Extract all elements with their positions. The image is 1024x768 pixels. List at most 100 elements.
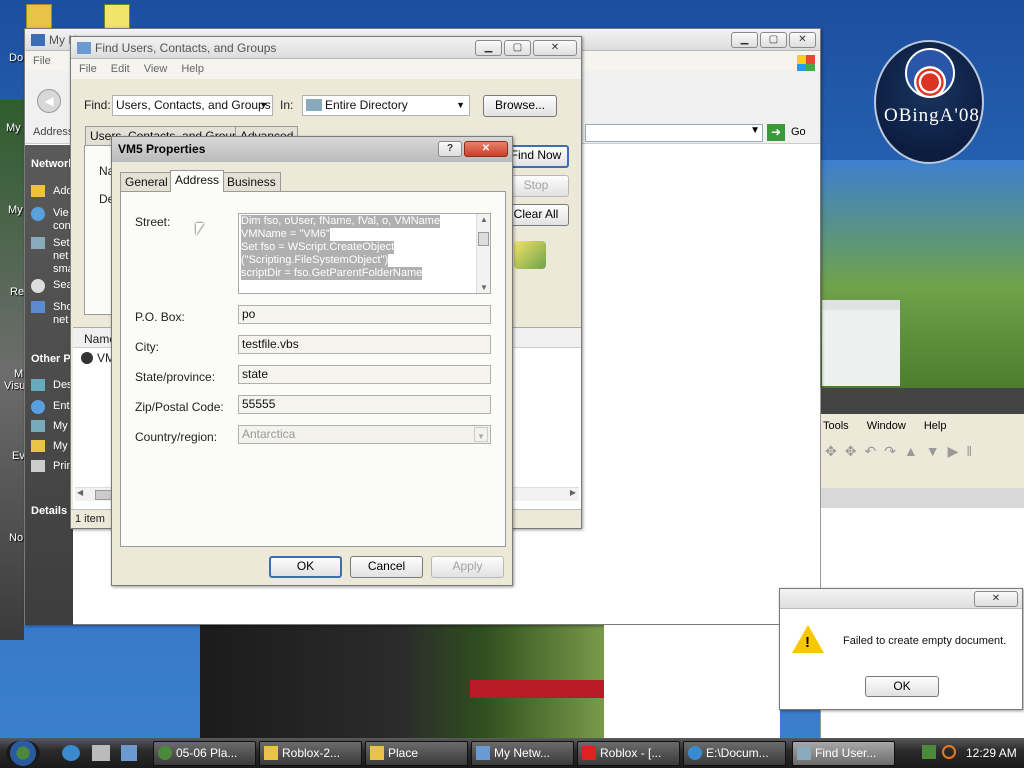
- other-item[interactable]: Ent: [53, 400, 70, 412]
- country-label: Country/region:: [135, 430, 218, 444]
- street-line: Dim fso, oUser, fName, fVal, o, VMName: [241, 215, 441, 228]
- script-icon[interactable]: [104, 4, 130, 30]
- desktop-label[interactable]: M: [14, 368, 23, 380]
- tasks-header: Network: [31, 158, 75, 170]
- desktop-label[interactable]: No: [9, 532, 23, 544]
- country-select[interactable]: Antarctica ▼: [238, 425, 491, 444]
- desktop-label[interactable]: Visu: [4, 380, 25, 392]
- city-label: City:: [135, 340, 159, 354]
- taskbar-button-label: My Netw...: [494, 746, 551, 760]
- menu-file[interactable]: File: [33, 55, 51, 67]
- scroll-up-icon[interactable]: ▲: [480, 215, 488, 224]
- street-text: Dim fso, oUser, fName, fVal, o, VMName V…: [241, 215, 441, 280]
- quicklaunch-icon[interactable]: [121, 745, 137, 761]
- taskbar-button[interactable]: Roblox-2...: [259, 741, 362, 766]
- ie-icon[interactable]: [62, 745, 80, 761]
- tab-general[interactable]: General: [120, 172, 173, 192]
- task-pane: Network Add Vie con Set net sma Sea Sho …: [25, 145, 75, 625]
- error-ok-button[interactable]: OK: [865, 676, 939, 697]
- minimize-button[interactable]: ▁: [731, 31, 758, 48]
- close-button[interactable]: ✕: [789, 31, 816, 48]
- chevron-down-icon[interactable]: ▼: [456, 96, 465, 115]
- state-field[interactable]: state: [238, 365, 491, 384]
- find-window-title: Find Users, Contacts, and Groups: [95, 40, 277, 55]
- cancel-button[interactable]: Cancel: [350, 556, 423, 578]
- menu-file[interactable]: File: [79, 63, 97, 75]
- error-dialog-titlebar[interactable]: ✕: [780, 589, 1022, 609]
- menu-help[interactable]: Help: [924, 416, 947, 436]
- scroll-left-icon[interactable]: ◀: [77, 488, 83, 497]
- globe-icon: [31, 400, 45, 414]
- desktop-label[interactable]: Ev: [12, 450, 25, 462]
- menu-edit[interactable]: Edit: [111, 63, 130, 75]
- folder-icon[interactable]: [26, 4, 52, 30]
- city-field[interactable]: testfile.vbs: [238, 335, 491, 354]
- taskbar-button[interactable]: Roblox - [...: [577, 741, 680, 766]
- other-item[interactable]: My: [53, 440, 68, 452]
- desktop-label[interactable]: Re: [10, 286, 24, 298]
- address-field[interactable]: ▼: [585, 124, 763, 142]
- scroll-right-icon[interactable]: ▶: [570, 488, 576, 497]
- in-select[interactable]: Entire Directory ▼: [302, 95, 470, 116]
- taskbar-button[interactable]: My Netw...: [471, 741, 574, 766]
- tab-address[interactable]: Address: [170, 170, 225, 192]
- taskbar-button[interactable]: 05-06 Pla...: [153, 741, 256, 766]
- taskbar-button[interactable]: E:\Docum...: [683, 741, 786, 766]
- clock[interactable]: 12:29 AM: [966, 746, 1017, 760]
- desktop-label[interactable]: My: [6, 122, 21, 134]
- error-dialog[interactable]: ✕ ! Failed to create empty document. OK: [779, 588, 1023, 710]
- close-button[interactable]: ✕: [533, 39, 577, 56]
- street-textarea[interactable]: Dim fso, oUser, fName, fVal, o, VMName V…: [238, 213, 491, 294]
- help-button[interactable]: ?: [438, 141, 462, 157]
- desktop-label[interactable]: My: [8, 204, 23, 216]
- network-icon: [476, 746, 490, 760]
- find-icon: [797, 746, 811, 760]
- go-label[interactable]: Go: [791, 126, 806, 138]
- find-menubar: File Edit View Help: [71, 59, 581, 79]
- other-item[interactable]: My: [53, 420, 68, 432]
- search-tray-icon[interactable]: [942, 745, 956, 759]
- menu-tools[interactable]: Tools: [823, 416, 849, 436]
- my-documents-icon: [31, 440, 45, 452]
- app-strip: [821, 488, 1024, 508]
- taskbar-button[interactable]: Place: [365, 741, 468, 766]
- desktop-label[interactable]: Do: [9, 52, 23, 64]
- street-line: scriptDir = fso.GetParentFolderName: [241, 267, 423, 280]
- scroll-thumb[interactable]: [478, 232, 489, 246]
- chevron-down-icon[interactable]: ▼: [474, 427, 488, 442]
- taskbar-button-active[interactable]: Find User...: [792, 741, 895, 766]
- go-arrow-icon[interactable]: ➜: [767, 124, 785, 141]
- menu-view[interactable]: View: [144, 63, 168, 75]
- vertical-scrollbar[interactable]: ▲ ▼: [476, 214, 490, 293]
- close-button[interactable]: ✕: [974, 590, 1018, 607]
- chevron-down-icon[interactable]: ▼: [259, 96, 268, 115]
- network-tray-icon[interactable]: [922, 745, 936, 759]
- mouse-cursor-icon: [196, 223, 204, 235]
- app-titlebar[interactable]: [821, 388, 1024, 414]
- scroll-down-icon[interactable]: ▼: [480, 283, 488, 292]
- find-type-select[interactable]: Users, Contacts, and Groups ▼: [112, 95, 273, 116]
- state-label: State/province:: [135, 370, 216, 384]
- find-window-titlebar[interactable]: Find Users, Contacts, and Groups ▁ ▢ ✕: [71, 37, 581, 59]
- minimize-button[interactable]: ▁: [475, 39, 502, 56]
- properties-titlebar[interactable]: VM5 Properties ? ✕: [112, 137, 512, 162]
- ok-button[interactable]: OK: [269, 556, 342, 578]
- properties-dialog[interactable]: VM5 Properties ? ✕ General Address Busin…: [111, 136, 513, 586]
- maximize-button[interactable]: ▢: [760, 31, 787, 48]
- close-button[interactable]: ✕: [464, 141, 508, 157]
- quicklaunch-icon[interactable]: [92, 745, 110, 761]
- back-icon[interactable]: ◀: [37, 89, 61, 113]
- app-toolbar[interactable]: ✥✥↶↷▲▼▶‖: [821, 438, 1024, 464]
- maximize-button[interactable]: ▢: [504, 39, 531, 56]
- zip-field[interactable]: 55555: [238, 395, 491, 414]
- in-value: Entire Directory: [325, 98, 408, 112]
- tab-business[interactable]: Business: [222, 172, 281, 192]
- start-button[interactable]: [6, 740, 40, 766]
- pobox-field[interactable]: po: [238, 305, 491, 324]
- menu-window[interactable]: Window: [867, 416, 906, 436]
- street-line: VMName = "VM6": [241, 228, 330, 241]
- browse-button[interactable]: Browse...: [483, 95, 557, 117]
- menu-help[interactable]: Help: [181, 63, 204, 75]
- chevron-down-icon[interactable]: ▼: [750, 125, 760, 136]
- apply-button[interactable]: Apply: [431, 556, 504, 578]
